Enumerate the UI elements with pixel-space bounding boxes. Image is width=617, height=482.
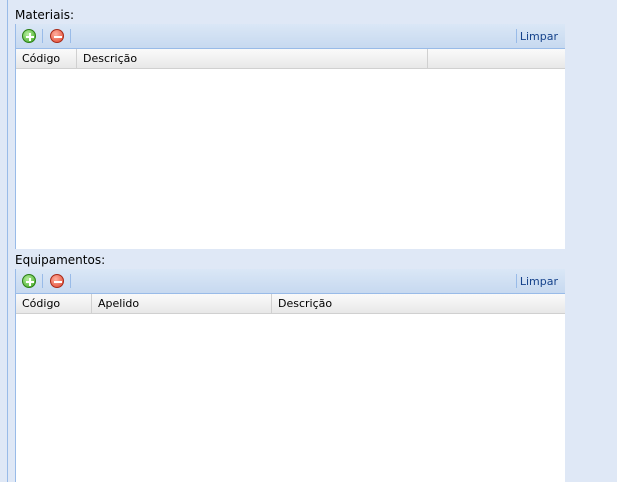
add-material-button[interactable] (22, 29, 36, 43)
equipment-header-row: Código Apelido Descrição (16, 294, 566, 314)
plus-icon (26, 33, 34, 41)
materials-toolbar: Limpar (16, 24, 566, 49)
column-header-apelido[interactable]: Apelido (92, 294, 272, 313)
toolbar-separator (70, 29, 71, 43)
add-equipment-button[interactable] (22, 274, 36, 288)
minus-icon (54, 36, 62, 38)
equipment-grid: Limpar Código Apelido Descrição (15, 269, 566, 482)
materials-header-row: Código Descrição (16, 49, 566, 69)
clear-equipment-button[interactable]: Limpar (520, 275, 558, 288)
minus-icon (54, 281, 62, 283)
form-panel: Materiais: Limpar Código Descrição Equip… (8, 0, 566, 482)
materials-section-label: Materiais: (15, 8, 75, 22)
equipment-toolbar: Limpar (16, 269, 566, 294)
toolbar-separator (516, 29, 517, 43)
toolbar-separator (70, 274, 71, 288)
toolbar-separator (42, 274, 43, 288)
column-header-codigo[interactable]: Código (16, 49, 77, 68)
left-border (0, 0, 8, 482)
right-panel (565, 0, 617, 482)
toolbar-separator (516, 274, 517, 288)
remove-material-button[interactable] (50, 29, 64, 43)
column-header-descricao[interactable]: Descrição (272, 294, 566, 313)
column-header-descricao[interactable]: Descrição (77, 49, 428, 68)
column-header-codigo[interactable]: Código (16, 294, 92, 313)
remove-equipment-button[interactable] (50, 274, 64, 288)
materials-grid: Limpar Código Descrição (15, 24, 566, 249)
toolbar-separator (42, 29, 43, 43)
equipment-grid-body (16, 314, 566, 482)
materials-grid-body (16, 69, 566, 249)
clear-materials-button[interactable]: Limpar (520, 30, 558, 43)
equipment-section-label: Equipamentos: (15, 253, 106, 267)
plus-icon (26, 278, 34, 286)
